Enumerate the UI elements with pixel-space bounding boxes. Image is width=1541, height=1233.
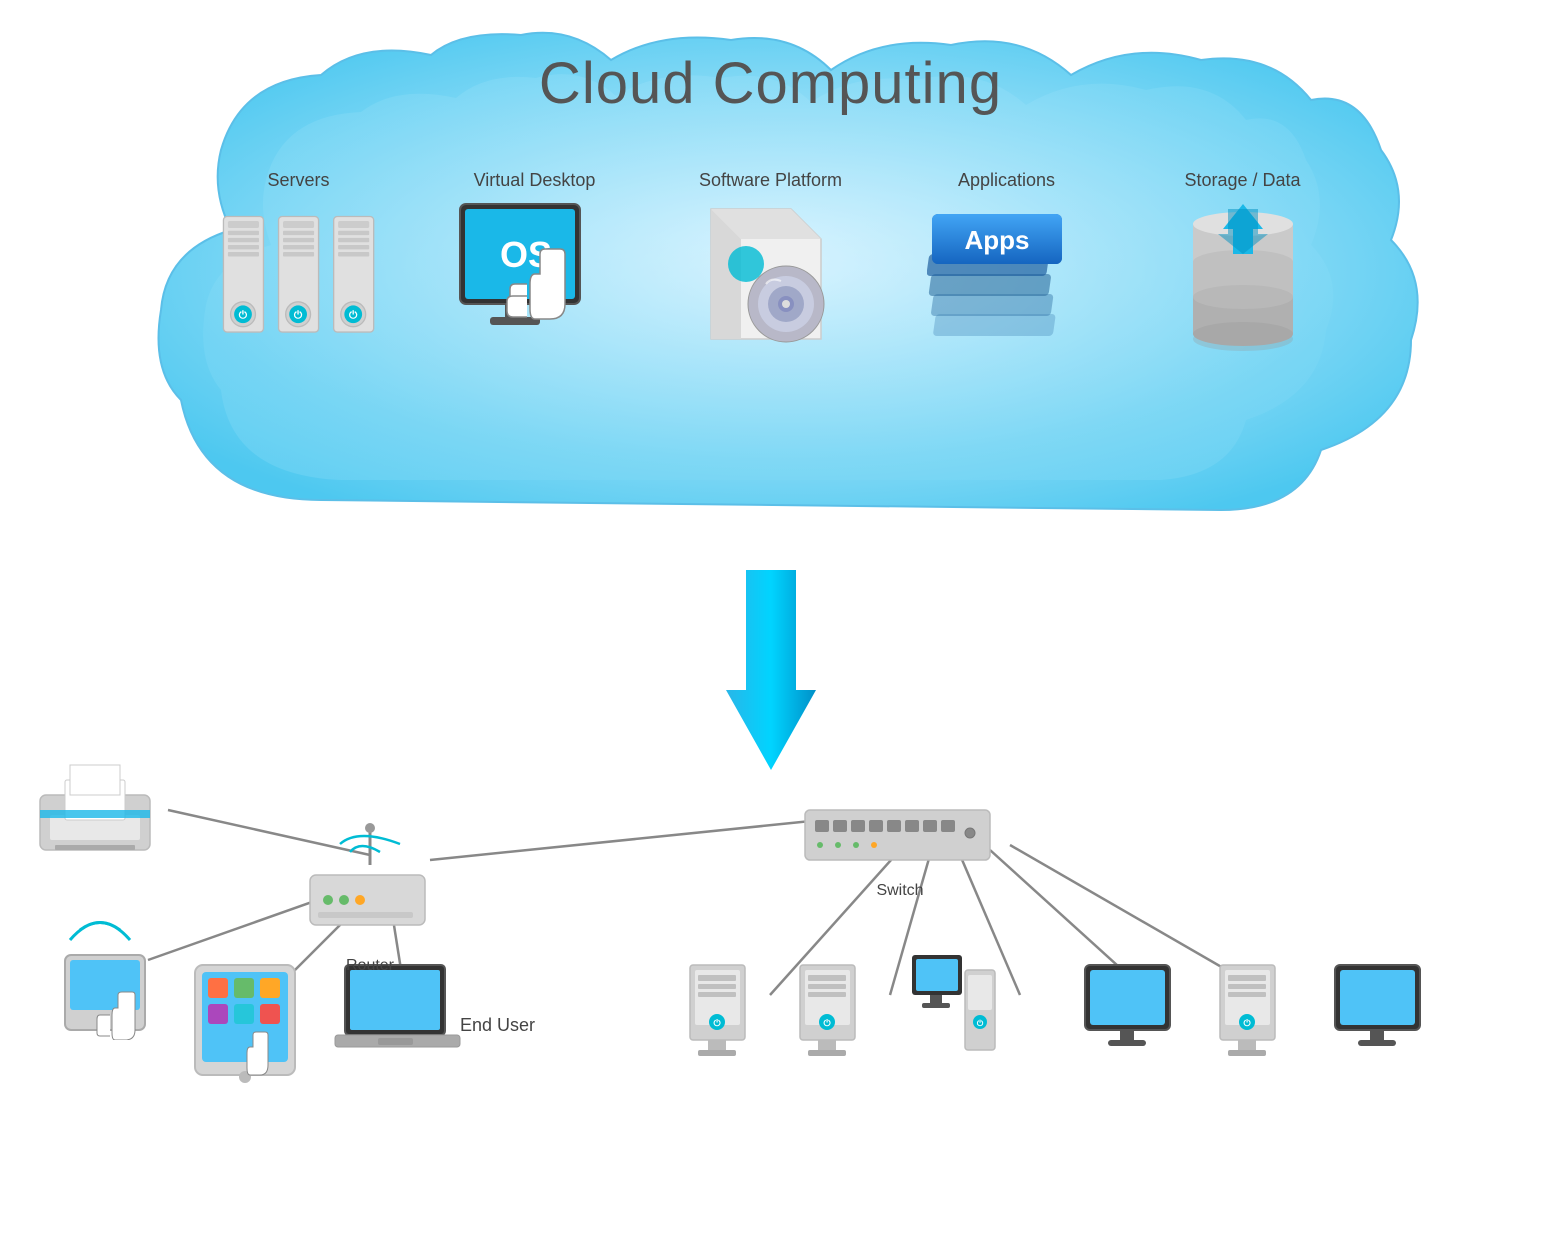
cloud-arrow-down	[711, 570, 831, 775]
desktop-4	[1080, 960, 1180, 1075]
svg-text:⏻: ⏻	[293, 308, 302, 321]
svg-text:⏻: ⏻	[1243, 1018, 1251, 1028]
laptop-device	[330, 960, 470, 1075]
applications-label: Applications	[958, 170, 1055, 191]
cloud-item-storage: Storage / Data	[1143, 170, 1343, 351]
applications-icon: Apps	[927, 201, 1087, 351]
cloud-title: Cloud Computing	[539, 50, 1002, 117]
software-platform-label: Software Platform	[699, 170, 842, 191]
servers-label: Servers	[267, 170, 329, 191]
desktop-6	[1330, 960, 1430, 1075]
cloud-item-software-platform: Software Platform	[671, 170, 871, 351]
cloud-item-servers: Servers ⏻	[199, 170, 399, 351]
tablet-device	[190, 960, 310, 1095]
desktop-5: ⏻	[1210, 960, 1290, 1085]
printer-device	[30, 760, 170, 875]
servers-icon: ⏻ ⏻	[219, 201, 379, 351]
cloud-item-applications: Applications	[907, 170, 1107, 351]
storage-icon	[1163, 201, 1323, 351]
switch-device: Switch	[800, 795, 1000, 900]
switch-label: Switch	[800, 882, 1000, 900]
desktop-2: ⏻	[790, 960, 870, 1085]
cloud-items: Servers ⏻	[181, 170, 1361, 351]
mobile-device	[50, 910, 180, 1045]
virtual-desktop-icon: OS	[455, 201, 615, 351]
software-platform-icon	[691, 201, 851, 351]
svg-text:⏻: ⏻	[238, 308, 247, 321]
desktop-3: ⏻	[910, 950, 1000, 1085]
svg-text:Apps: Apps	[964, 225, 1029, 255]
desktop-1: ⏻	[680, 960, 760, 1085]
router-label: Router	[300, 957, 440, 975]
router-device: Router	[300, 820, 440, 975]
svg-text:⏻: ⏻	[713, 1018, 721, 1028]
cloud-container: Cloud Computing Servers ⏻	[121, 20, 1421, 580]
cloud-item-virtual-desktop: Virtual Desktop OS	[435, 170, 635, 351]
svg-text:⏻: ⏻	[823, 1018, 831, 1028]
svg-text:⏻: ⏻	[349, 308, 358, 321]
end-user-label: End User	[460, 1015, 535, 1036]
storage-label: Storage / Data	[1184, 170, 1300, 191]
virtual-desktop-label: Virtual Desktop	[474, 170, 596, 191]
svg-text:⏻: ⏻	[977, 1019, 984, 1028]
